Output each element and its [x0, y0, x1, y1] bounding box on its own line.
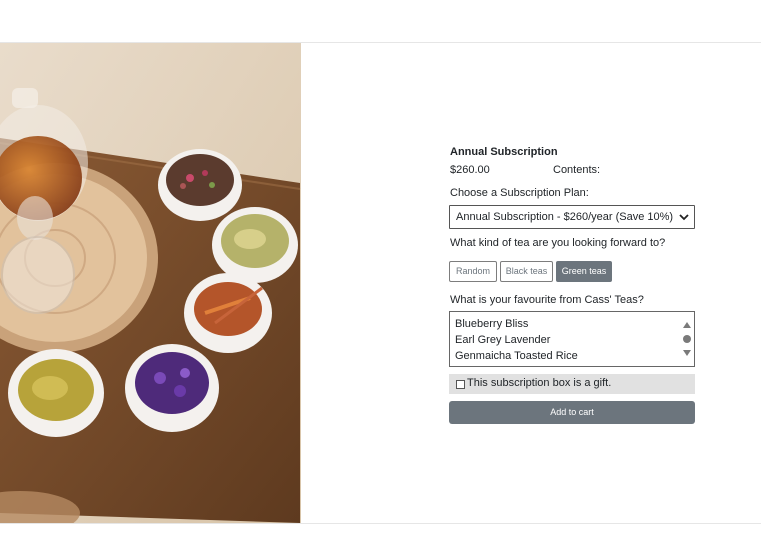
gift-label: This subscription box is a gift. [467, 377, 612, 389]
product-price: $260.00 [450, 164, 490, 176]
scroll-up-icon [683, 322, 691, 328]
tea-option-random[interactable]: Random [449, 261, 497, 282]
favourite-question: What is your favourite from Cass' Teas? [450, 294, 644, 306]
listbox-option[interactable]: Genmaicha Toasted Rice [455, 350, 578, 362]
favourite-listbox[interactable]: Blueberry Bliss Earl Grey Lavender Genma… [449, 311, 695, 367]
plan-select[interactable]: Annual Subscription - $260/year (Save 10… [449, 205, 695, 229]
plan-select-value: Annual Subscription - $260/year (Save 10… [456, 211, 674, 223]
listbox-option[interactable]: Earl Grey Lavender [455, 334, 550, 346]
tea-type-question: What kind of tea are you looking forward… [450, 237, 666, 249]
chevron-down-icon [678, 210, 690, 224]
gift-option[interactable]: This subscription box is a gift. [449, 374, 695, 394]
scroll-down-icon [683, 350, 691, 356]
listbox-scrollbar[interactable] [680, 312, 694, 366]
plan-label: Choose a Subscription Plan: [450, 187, 589, 199]
tea-option-green[interactable]: Green teas [556, 261, 612, 282]
product-photo [0, 43, 301, 523]
add-to-cart-button[interactable]: Add to cart [449, 401, 695, 424]
scroll-thumb [683, 335, 691, 343]
contents-label: Contents: [553, 164, 601, 176]
gift-checkbox[interactable] [456, 380, 465, 389]
listbox-option[interactable]: Blueberry Bliss [455, 318, 528, 330]
tea-option-black[interactable]: Black teas [500, 261, 553, 282]
product-title: Annual Subscription [450, 146, 558, 158]
footer-divider [0, 523, 761, 524]
